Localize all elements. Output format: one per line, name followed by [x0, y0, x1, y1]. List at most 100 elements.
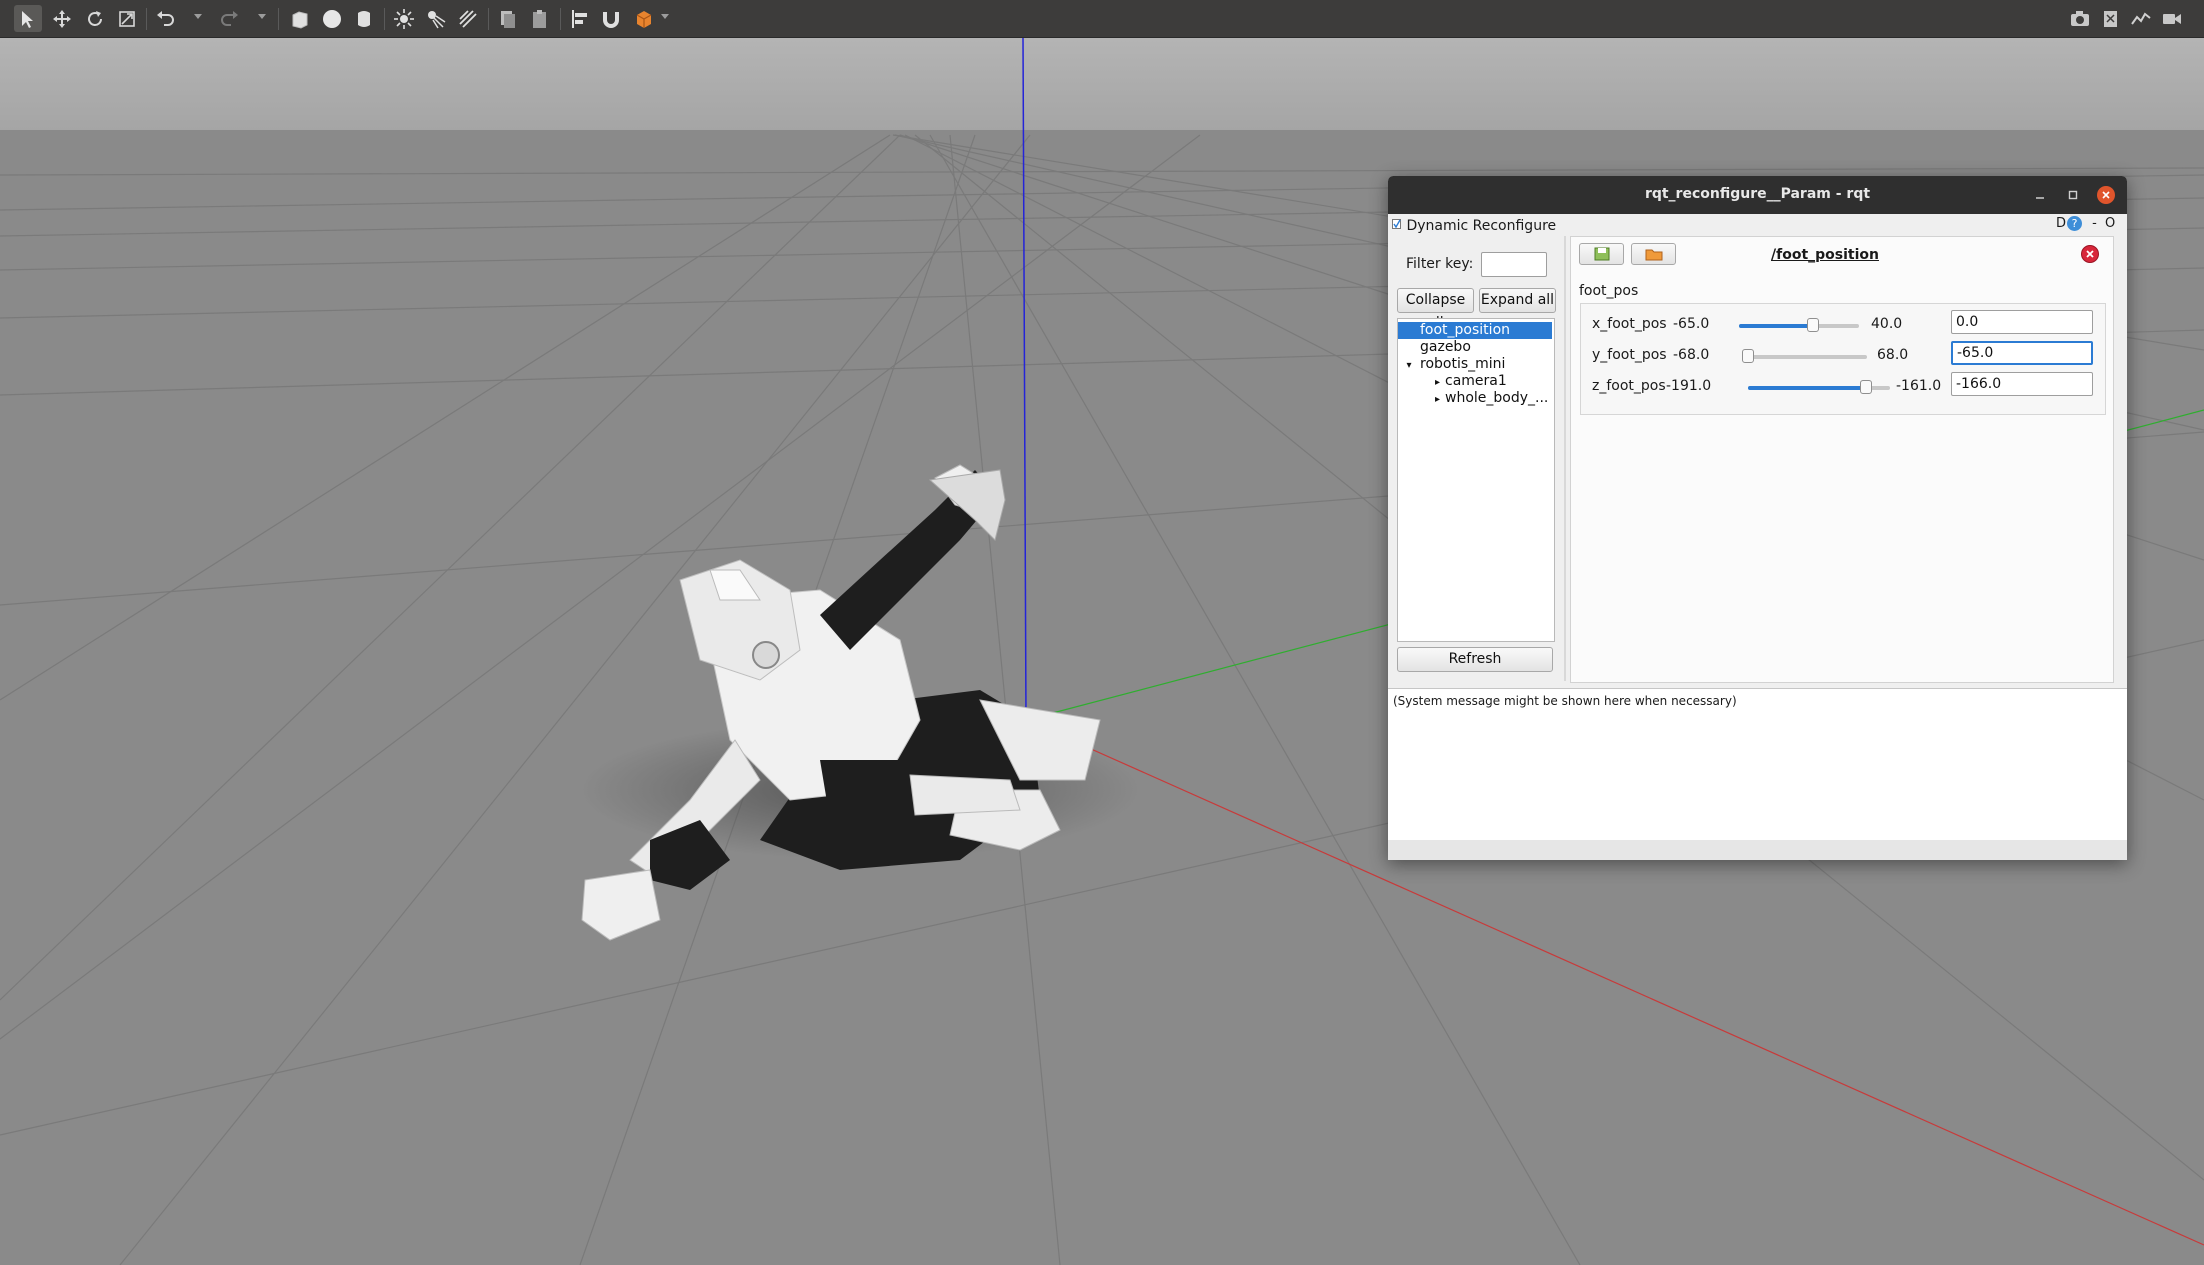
tree-item-label: gazebo	[1420, 339, 1471, 355]
paste-button[interactable]	[526, 5, 554, 32]
insert-box-button[interactable]	[286, 5, 314, 32]
copy-button[interactable]	[494, 5, 522, 32]
select-arrow-icon	[22, 10, 33, 28]
slider-handle[interactable]	[1807, 318, 1820, 332]
y-foot-pos-field[interactable]	[1951, 341, 2093, 365]
param-editor-panel: /foot_position foot_pos x_foot_pos -65.0…	[1570, 236, 2114, 683]
tree-item-whole-body[interactable]: ▸ whole_body_...	[1398, 390, 1548, 407]
sphere-shape-icon	[323, 9, 341, 28]
minimize-window-button[interactable]	[2031, 186, 2049, 204]
param-min-z: -191.0	[1666, 378, 1712, 394]
param-min-x: -65.0	[1673, 316, 1710, 332]
close-node-button[interactable]	[2081, 245, 2099, 263]
paste-icon	[533, 9, 546, 28]
x-foot-pos-field[interactable]	[1951, 310, 2093, 334]
insert-point-light-button[interactable]	[390, 5, 418, 32]
insert-cylinder-button[interactable]	[350, 5, 378, 32]
plugin-dock-controls: D? - O	[2056, 216, 2115, 231]
refresh-button[interactable]: Refresh	[1397, 647, 1553, 672]
close-window-button[interactable]	[2097, 186, 2115, 204]
system-message-area: (System message might be shown here when…	[1388, 688, 2127, 841]
param-max-y: 68.0	[1877, 347, 1909, 363]
tree-item-label: whole_body_...	[1445, 390, 1549, 406]
select-mode-button[interactable]	[14, 5, 42, 32]
view-angle-cube-icon	[636, 10, 652, 28]
window-titlebar[interactable]: rqt_reconfigure__Param - rqt	[1388, 176, 2127, 214]
param-name-z: z_foot_pos	[1592, 378, 1666, 394]
z-foot-pos-field[interactable]	[1951, 372, 2093, 396]
translate-mode-button[interactable]	[48, 5, 76, 32]
undo-history-dropdown[interactable]	[194, 14, 202, 19]
param-name-y: y_foot_pos	[1592, 347, 1667, 363]
rotate-icon	[88, 10, 102, 26]
plugin-close-button[interactable]: O	[2105, 216, 2115, 231]
plugin-debug-button[interactable]: D	[2056, 216, 2066, 231]
slider-handle[interactable]	[1860, 380, 1873, 394]
save-params-button[interactable]	[1579, 243, 1624, 265]
filter-key-input[interactable]	[1481, 252, 1547, 277]
snap-button[interactable]	[597, 5, 625, 32]
collapsed-arrow-icon[interactable]: ▸	[1398, 374, 1440, 391]
filter-key-label: Filter key:	[1406, 256, 1474, 272]
video-camera-icon	[2163, 13, 2181, 24]
spot-light-icon	[428, 10, 446, 28]
slider-handle[interactable]	[1742, 349, 1755, 363]
expand-arrow-icon[interactable]: ▾	[1398, 357, 1420, 374]
tree-item-foot-position[interactable]: foot_position	[1398, 322, 1552, 339]
screenshot-button[interactable]	[2066, 5, 2094, 32]
tree-item-label: camera1	[1445, 373, 1507, 389]
minimize-icon	[2036, 197, 2044, 199]
pane-splitter[interactable]	[1564, 236, 1566, 681]
maximize-window-button[interactable]	[2064, 186, 2082, 204]
copy-icon	[501, 10, 515, 28]
insert-directional-light-button[interactable]	[454, 5, 482, 32]
scale-mode-button[interactable]	[113, 5, 141, 32]
tree-item-label: robotis_mini	[1420, 356, 1506, 372]
log-icon	[2104, 10, 2117, 27]
align-button[interactable]	[566, 5, 594, 32]
close-icon	[2102, 191, 2110, 199]
param-name-x: x_foot_pos	[1592, 316, 1667, 332]
insert-spot-light-button[interactable]	[422, 5, 450, 32]
redo-button[interactable]	[215, 5, 243, 32]
plugin-title: Dynamic Reconfigure	[1406, 218, 1557, 234]
param-group-box: x_foot_pos -65.0 40.0 y_foot_pos -68.0 6…	[1580, 303, 2106, 415]
tree-item-robotis-mini[interactable]: ▾ robotis_mini	[1398, 356, 1505, 373]
y-foot-pos-slider[interactable]	[1742, 349, 1867, 363]
x-foot-pos-slider[interactable]	[1739, 318, 1859, 332]
undo-button[interactable]	[152, 5, 180, 32]
change-view-angle-button[interactable]	[630, 5, 658, 32]
node-tree-view[interactable]: foot_position gazebo ▾ robotis_mini ▸ came…	[1397, 318, 1555, 642]
save-icon	[1594, 247, 1609, 261]
insert-sphere-button[interactable]	[318, 5, 346, 32]
z-foot-pos-slider[interactable]	[1748, 380, 1890, 394]
rotate-mode-button[interactable]	[81, 5, 109, 32]
gazebo-toolbar	[0, 0, 2204, 38]
plugin-header: Dynamic Reconfigure	[1392, 218, 1556, 234]
redo-icon	[221, 10, 238, 26]
plugin-help-icon[interactable]: ?	[2067, 216, 2083, 231]
status-bar	[1388, 840, 2127, 860]
open-folder-icon	[1645, 249, 1662, 261]
snap-magnet-icon	[603, 11, 619, 28]
view-angle-dropdown[interactable]	[661, 14, 669, 19]
align-icon	[572, 9, 587, 28]
load-params-button[interactable]	[1631, 243, 1676, 265]
directional-light-icon	[459, 9, 477, 28]
window-title: rqt_reconfigure__Param - rqt	[1644, 186, 1871, 202]
collapse-all-button[interactable]: Collapse all	[1397, 288, 1474, 331]
expand-all-button[interactable]: Expand all	[1479, 288, 1556, 313]
rqt-reconfigure-window: rqt_reconfigure__Param - rqt Dynamic Rec…	[1388, 176, 2127, 860]
tree-item-gazebo[interactable]: gazebo	[1398, 339, 1471, 356]
camera-icon	[2071, 10, 2089, 26]
redo-history-dropdown[interactable]	[258, 14, 266, 19]
log-button[interactable]	[2097, 5, 2125, 32]
plugin-minimize-button[interactable]: -	[2092, 216, 2097, 231]
undo-icon	[157, 10, 174, 26]
collapsed-arrow-icon[interactable]: ▸	[1398, 391, 1440, 408]
maximize-icon	[2068, 190, 2078, 200]
plot-button[interactable]	[2127, 5, 2155, 32]
tree-item-camera1[interactable]: ▸ camera1	[1398, 373, 1507, 390]
record-video-button[interactable]	[2158, 5, 2186, 32]
tree-item-label: foot_position	[1420, 322, 1511, 338]
